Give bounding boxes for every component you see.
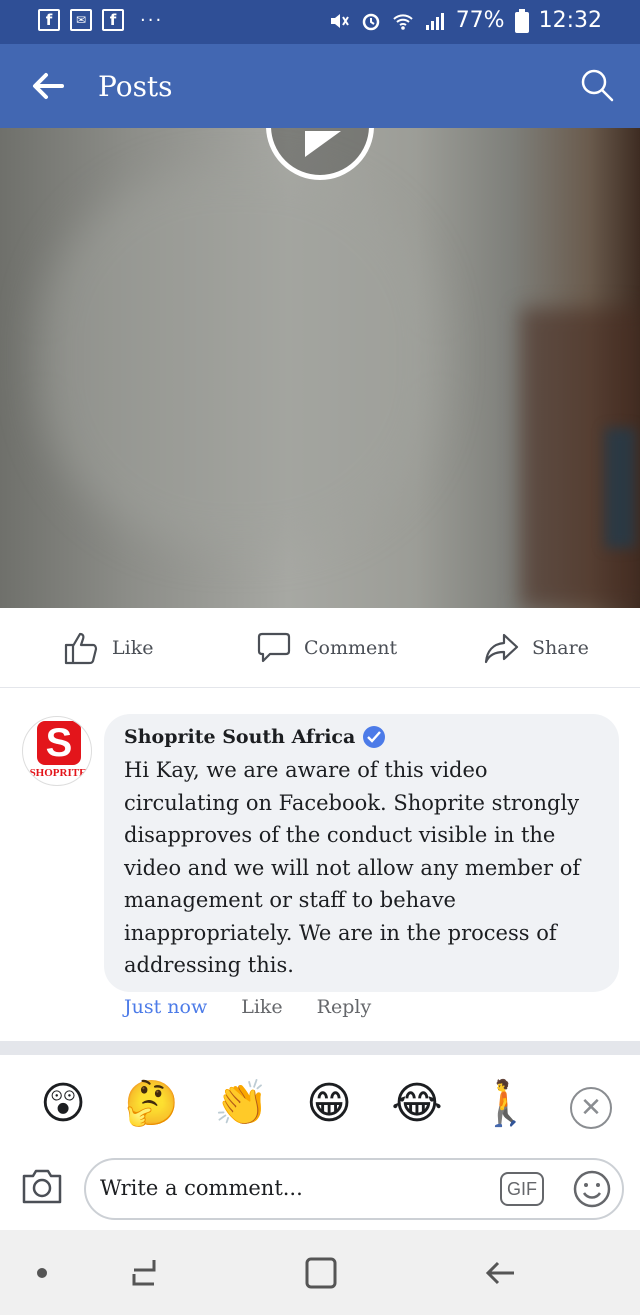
- battery-percent: 77%: [455, 8, 505, 33]
- page-title: Posts: [98, 70, 173, 103]
- facebook-icon: f: [102, 9, 124, 31]
- facebook-icon: f: [38, 9, 60, 31]
- comment-composer: Write a comment... GIF: [0, 1150, 640, 1230]
- search-icon[interactable]: [580, 68, 614, 102]
- emoji-clapping[interactable]: 👏: [214, 1077, 269, 1131]
- emoji-picker-icon[interactable]: [572, 1169, 612, 1209]
- video-frame: [40, 168, 440, 548]
- post-actions: Like Comment Share: [0, 608, 640, 688]
- share-button[interactable]: Share: [484, 630, 589, 666]
- nav-back-icon[interactable]: [484, 1256, 518, 1290]
- share-label: Share: [532, 637, 589, 659]
- wifi-icon: [392, 13, 413, 30]
- app-header: Posts: [0, 44, 640, 128]
- share-arrow-icon: [484, 633, 519, 664]
- system-nav-bar: [0, 1230, 640, 1315]
- comment-input[interactable]: Write a comment... GIF: [84, 1158, 624, 1220]
- back-arrow-icon[interactable]: [30, 70, 66, 102]
- nav-indicator-dot: [37, 1268, 47, 1278]
- comment-timestamp: Just now: [124, 996, 208, 1018]
- video-frame-detail: [605, 428, 635, 548]
- emoji-laughing[interactable]: 😂: [390, 1077, 444, 1131]
- clock: 12:32: [538, 8, 602, 33]
- emoji-grinning[interactable]: 😁: [302, 1077, 356, 1131]
- battery-icon: [514, 8, 529, 33]
- avatar-label: SHOPRITE: [29, 767, 87, 779]
- emoji-walking[interactable]: 🚶: [478, 1077, 533, 1131]
- status-bar: f ✉ f ··· 77% 12:32: [0, 0, 640, 44]
- comment-button[interactable]: Comment: [256, 630, 397, 666]
- system-icons: 77% 12:32: [328, 8, 602, 33]
- emoji-surprised[interactable]: 😲: [36, 1077, 90, 1131]
- mute-icon: [330, 13, 349, 28]
- author-name[interactable]: Shoprite South Africa: [124, 726, 355, 748]
- video-player[interactable]: [0, 128, 640, 608]
- like-button[interactable]: Like: [64, 630, 153, 666]
- home-icon[interactable]: [304, 1256, 338, 1290]
- comment-label: Comment: [304, 637, 398, 659]
- gif-button[interactable]: GIF: [500, 1172, 544, 1206]
- divider: [0, 1041, 640, 1055]
- close-icon[interactable]: ✕: [570, 1087, 612, 1129]
- camera-icon[interactable]: [20, 1166, 64, 1206]
- mail-icon: ✉: [70, 9, 92, 31]
- thumbs-up-icon: [64, 632, 98, 665]
- recent-apps-icon[interactable]: [126, 1254, 162, 1290]
- alarm-icon: [362, 13, 379, 30]
- comment-like-button[interactable]: Like: [241, 996, 282, 1018]
- verified-badge-icon: [363, 726, 386, 748]
- comment-item: S SHOPRITE Shoprite South Africa Hi Kay,…: [0, 696, 640, 1041]
- comment-text: Hi Kay, we are aware of this video circu…: [124, 758, 581, 977]
- more-icon: ···: [140, 9, 164, 31]
- shoprite-logo: S: [37, 721, 81, 765]
- quick-emoji-bar: 😲 🤔 👏 😁 😂 🚶 ✕: [0, 1055, 640, 1165]
- comment-placeholder: Write a comment...: [100, 1176, 303, 1200]
- signal-icon: [425, 12, 444, 30]
- avatar[interactable]: S SHOPRITE: [22, 716, 92, 786]
- emoji-thinking[interactable]: 🤔: [124, 1077, 179, 1131]
- comment-bubble: Shoprite South Africa Hi Kay, we are awa…: [104, 714, 619, 992]
- like-label: Like: [112, 637, 154, 659]
- speech-bubble-icon: [257, 632, 291, 663]
- notification-icons: f ✉ f ···: [38, 9, 163, 31]
- comment-author[interactable]: Shoprite South Africa: [124, 726, 599, 748]
- comment-meta: Just now Like Reply: [124, 996, 371, 1018]
- comment-reply-button[interactable]: Reply: [317, 996, 372, 1018]
